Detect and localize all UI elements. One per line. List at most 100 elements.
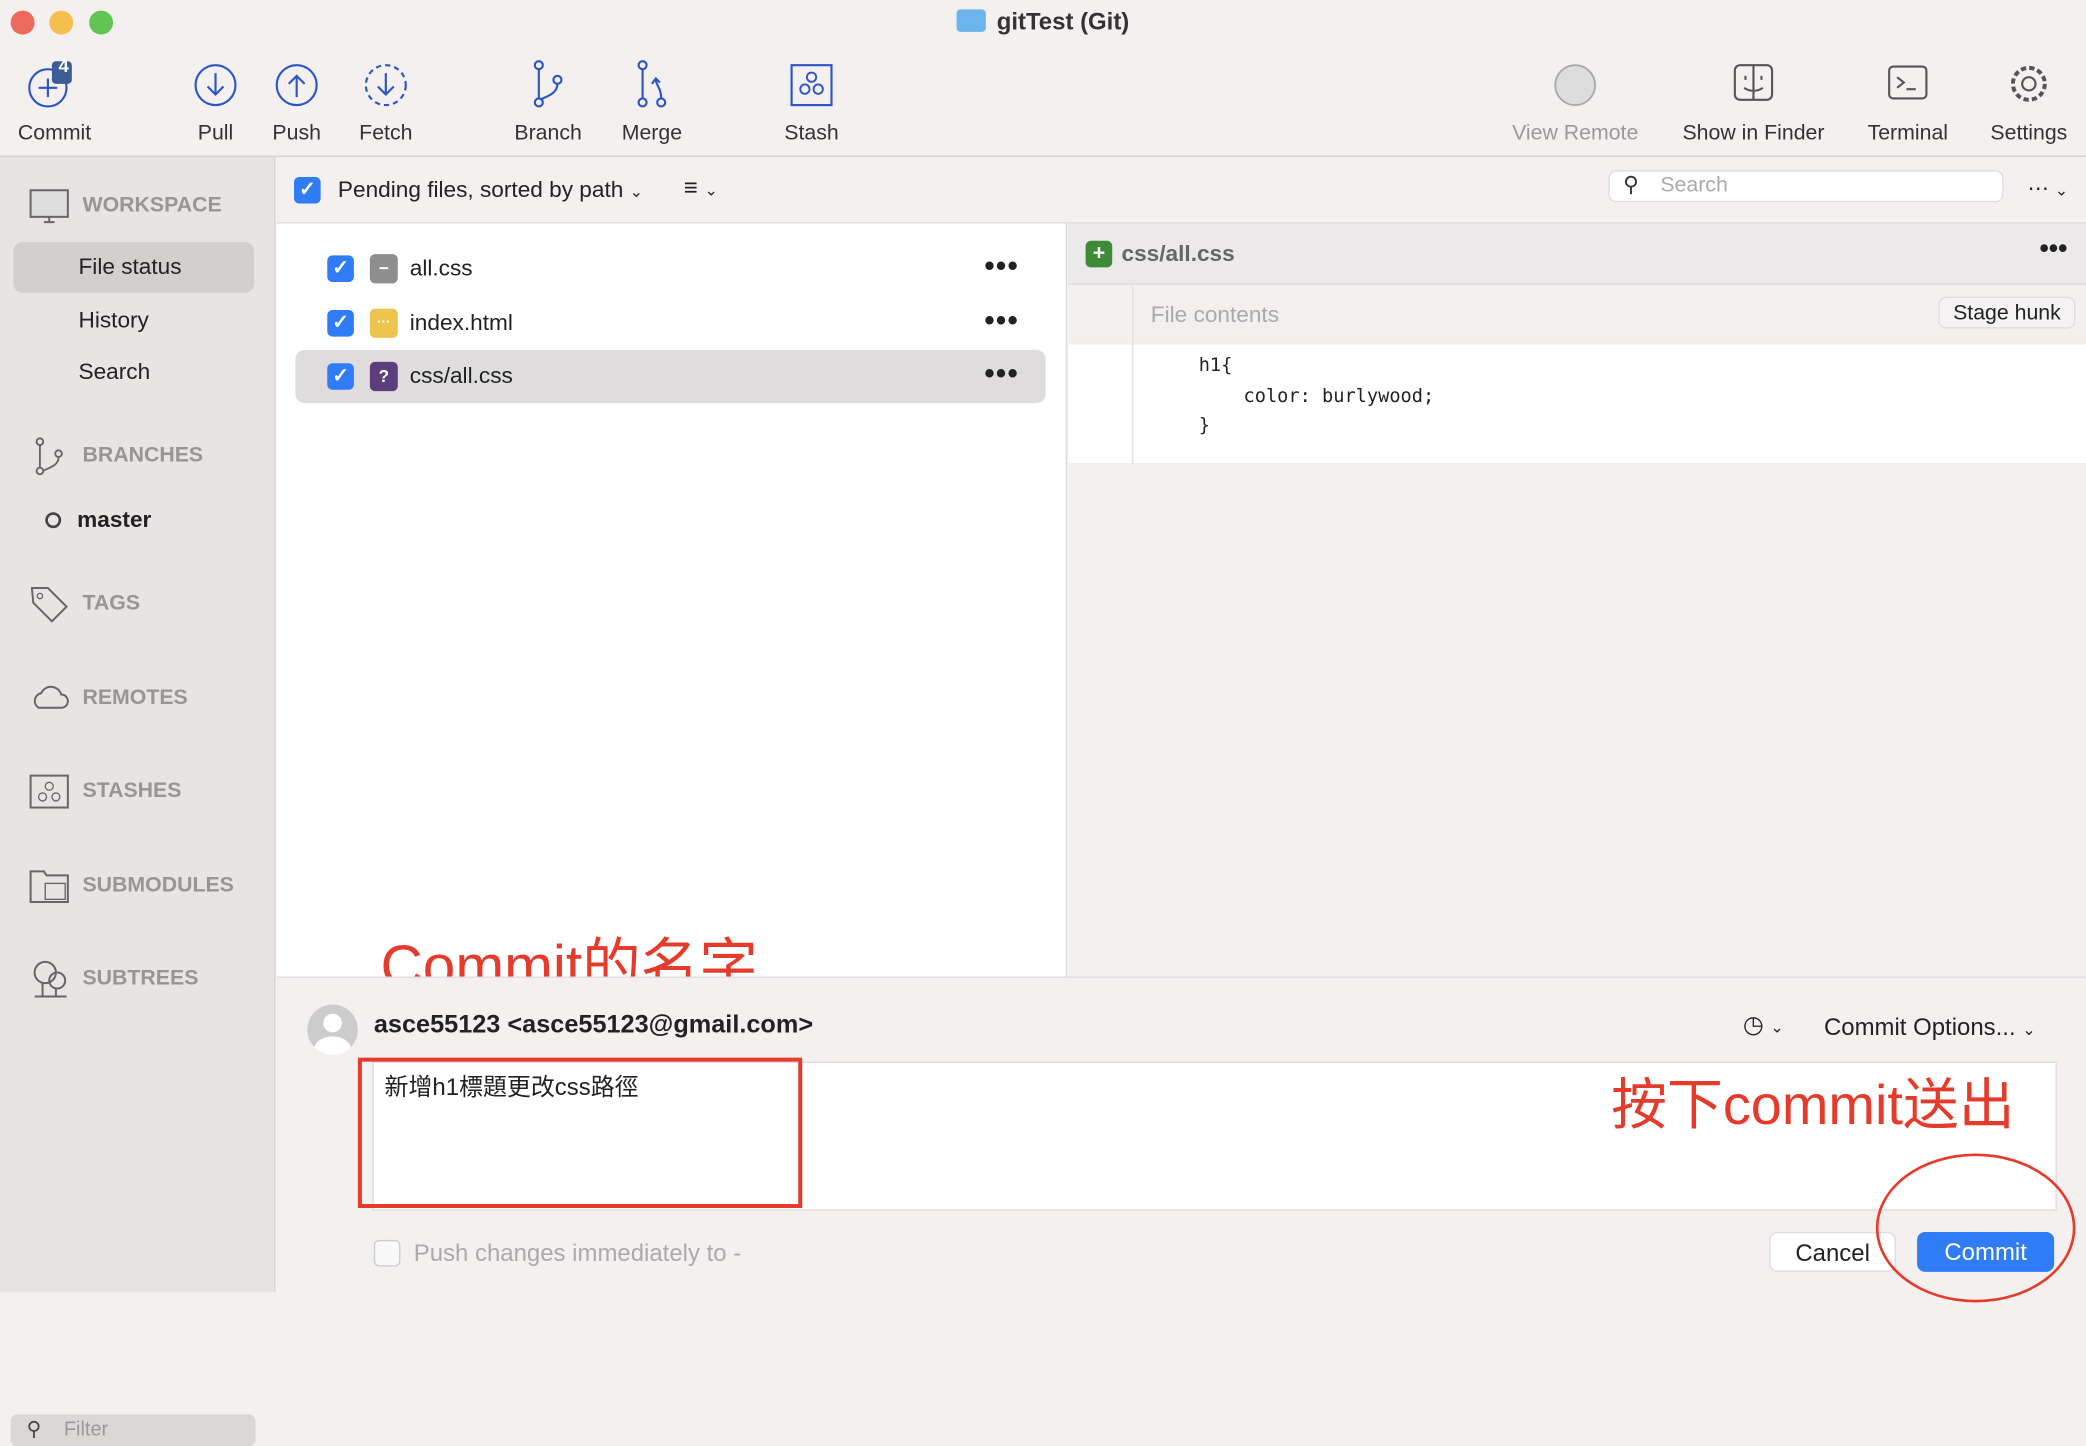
current-branch-icon: [45, 512, 62, 529]
fetch-icon: [364, 64, 407, 107]
search-icon: ⚲: [26, 1418, 42, 1441]
file-name: all.css: [409, 255, 473, 281]
sidebar: WORKSPACE File status History Search BRA…: [0, 156, 276, 1446]
remotes-header[interactable]: REMOTES: [29, 679, 188, 719]
view-remote-label: View Remote: [1512, 122, 1639, 146]
push-label: Push: [272, 122, 321, 146]
more-actions-button[interactable]: •••: [984, 303, 1019, 338]
branch-label: Branch: [514, 122, 582, 146]
commit-button[interactable]: 4 Commit: [0, 55, 114, 147]
chevron-down-icon: ⌄: [629, 182, 644, 201]
file-checkbox[interactable]: ✓: [327, 255, 354, 283]
filter-placeholder: Filter: [63, 1418, 109, 1441]
subtree-icon: [33, 960, 67, 998]
sidebar-item-search[interactable]: Search: [13, 347, 254, 398]
workspace-header: WORKSPACE: [29, 186, 222, 226]
fetch-label: Fetch: [359, 122, 413, 146]
file-row[interactable]: ✓ ··· index.html •••: [295, 297, 1045, 350]
gear-icon: [2010, 65, 2047, 102]
pull-label: Pull: [197, 122, 234, 146]
hunk-header: File contents Stage hunk: [1068, 286, 2086, 465]
chevron-down-icon: ⌄: [2054, 180, 2069, 200]
branch-icon: [35, 437, 63, 476]
terminal-icon: [1888, 65, 1928, 100]
finder-icon: [1733, 64, 1774, 101]
sort-label: Pending files, sorted by path: [337, 176, 624, 203]
gutter-divider: [1132, 344, 1134, 463]
commit-count-badge: 4: [58, 54, 69, 76]
globe-icon: [1554, 64, 1597, 107]
commit-options-dropdown[interactable]: Commit Options... ⌄: [1824, 1014, 2036, 1042]
clock-icon: ◷: [1742, 1011, 1764, 1038]
annotation-circle: [1875, 1153, 2076, 1303]
chevron-down-icon: ⌄: [704, 180, 718, 200]
settings-label: Settings: [1990, 122, 2068, 146]
push-immediately-label: Push changes immediately to -: [413, 1239, 742, 1267]
show-in-finder-button[interactable]: Show in Finder: [1667, 59, 1840, 147]
push-icon: [275, 64, 318, 107]
code-line: h1{: [1198, 355, 1233, 377]
filter-input[interactable]: ⚲ Filter: [10, 1414, 256, 1446]
commit-label: Commit: [17, 122, 92, 146]
fetch-button[interactable]: Fetch: [326, 59, 446, 147]
stash-icon: [29, 774, 69, 809]
stashes-label: STASHES: [82, 779, 182, 803]
show-in-finder-label: Show in Finder: [1682, 122, 1825, 146]
push-immediately-checkbox[interactable]: [373, 1239, 401, 1267]
ellipsis-circle-icon: ⋯: [2027, 178, 2049, 201]
branch-button[interactable]: Branch: [488, 59, 608, 147]
diff-file-name: css/all.css: [1121, 240, 1235, 267]
remotes-label: REMOTES: [82, 686, 188, 710]
view-remote-button[interactable]: View Remote: [1495, 59, 1655, 147]
more-options-dropdown[interactable]: ⋯ ⌄: [2028, 176, 2069, 203]
sidebar-item-history[interactable]: History: [13, 295, 254, 346]
branch-master[interactable]: master: [45, 507, 151, 534]
search-placeholder: Search: [1660, 174, 1728, 197]
more-actions-button[interactable]: •••: [984, 249, 1019, 284]
subtrees-header[interactable]: SUBTREES: [29, 959, 198, 999]
tags-header[interactable]: TAGS: [29, 584, 140, 624]
cloud-icon: [33, 685, 69, 709]
stash-label: Stash: [784, 122, 839, 146]
file-name: index.html: [409, 309, 513, 336]
settings-button[interactable]: Settings: [1969, 59, 2086, 147]
chevron-down-icon: ⌄: [1770, 1017, 1784, 1037]
file-row-selected[interactable]: ✓ ? css/all.css •••: [295, 349, 1046, 404]
select-all-checkbox[interactable]: ✓: [294, 176, 321, 204]
monitor-icon: [29, 189, 69, 224]
workspace-label: WORKSPACE: [82, 194, 222, 217]
file-name: css/all.css: [409, 363, 513, 389]
commit-options-label: Commit Options...: [1823, 1013, 2016, 1041]
diff-more-button[interactable]: •••: [2039, 234, 2067, 265]
stage-hunk-button[interactable]: Stage hunk: [1938, 296, 2076, 329]
stash-button[interactable]: Stash: [752, 59, 872, 147]
annotation-highlight-box: [357, 1057, 803, 1209]
history-dropdown[interactable]: ◷ ⌄: [1743, 1011, 1784, 1039]
submodules-label: SUBMODULES: [82, 874, 234, 897]
tag-icon: [30, 587, 68, 623]
commit-author: asce55123 <asce55123@gmail.com>: [373, 1011, 814, 1040]
folder-icon: [956, 9, 987, 32]
sort-dropdown[interactable]: Pending files, sorted by path ⌄: [338, 177, 643, 204]
sidebar-item-file-status[interactable]: File status: [13, 242, 255, 293]
merge-button[interactable]: Merge: [592, 59, 712, 147]
file-row[interactable]: ✓ − all.css •••: [295, 242, 1045, 295]
file-checkbox[interactable]: ✓: [327, 309, 354, 337]
file-checkbox[interactable]: ✓: [327, 363, 354, 390]
file-list: ✓ − all.css ••• ✓ ··· index.html ••• ✓ ?…: [276, 223, 1067, 999]
view-mode-dropdown[interactable]: ≡ ⌄: [684, 174, 718, 202]
window-title: gitTest (Git): [0, 8, 2086, 36]
untracked-status-icon: ?: [369, 361, 398, 392]
branches-header[interactable]: BRANCHES: [29, 436, 203, 476]
search-input[interactable]: ⚲ Search: [1608, 170, 2004, 203]
terminal-button[interactable]: Terminal: [1848, 59, 1968, 147]
stash-icon: [790, 64, 833, 107]
stashes-header[interactable]: STASHES: [29, 772, 181, 812]
submodules-header[interactable]: SUBMODULES: [29, 866, 234, 906]
list-icon: ≡: [683, 174, 698, 201]
pull-icon: [194, 64, 237, 107]
modified-status-icon: ···: [369, 308, 398, 338]
commit-icon: [28, 61, 72, 108]
more-actions-button[interactable]: •••: [984, 357, 1019, 392]
branch-name: master: [77, 506, 152, 533]
